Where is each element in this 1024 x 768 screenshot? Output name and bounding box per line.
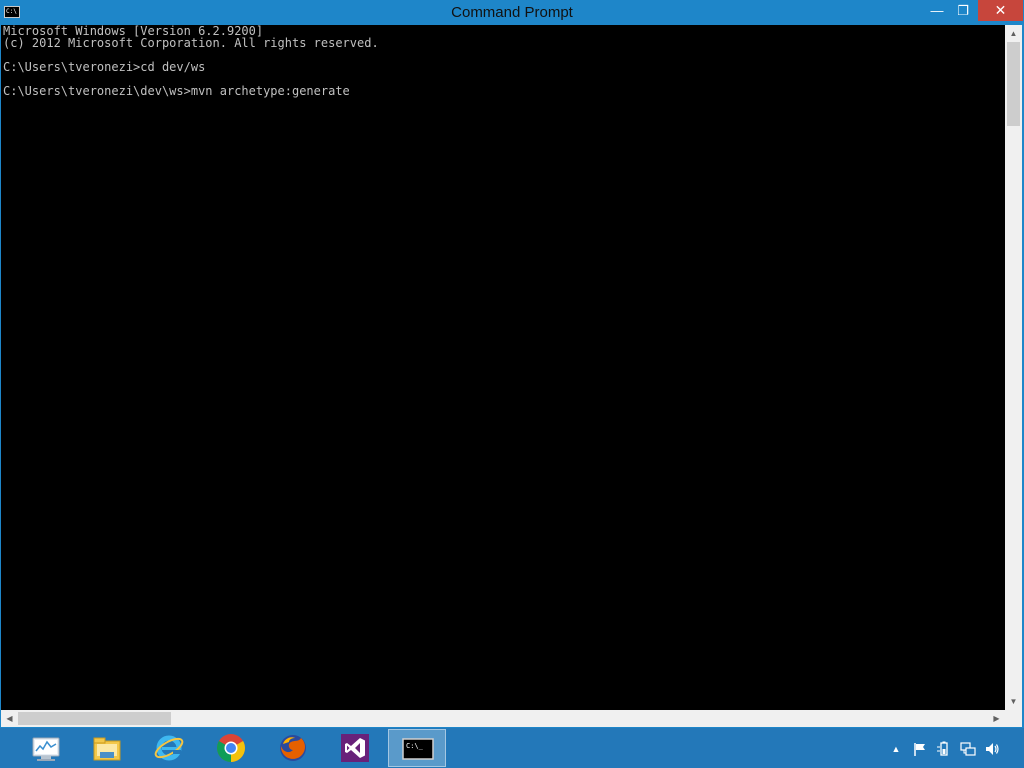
taskbar-item-chrome[interactable] bbox=[202, 729, 260, 767]
show-hidden-icons-chevron-icon[interactable]: ▲ bbox=[888, 741, 904, 757]
network-icon[interactable] bbox=[960, 741, 976, 757]
visual-studio-icon bbox=[341, 734, 369, 762]
console-line: C:\Users\tveronezi\dev\ws>mvn archetype:… bbox=[3, 84, 350, 98]
taskbar-item-file-explorer[interactable] bbox=[78, 729, 136, 767]
system-tray: ▲ bbox=[888, 728, 1024, 768]
command-prompt-icon: C:\_ bbox=[402, 738, 434, 760]
volume-icon[interactable] bbox=[984, 741, 1000, 757]
file-explorer-icon bbox=[93, 737, 121, 761]
horizontal-scroll-thumb[interactable] bbox=[18, 712, 171, 725]
task-manager-icon bbox=[32, 737, 60, 761]
restore-button[interactable]: ❐ bbox=[950, 0, 976, 21]
scroll-left-arrow-icon[interactable]: ◀ bbox=[1, 710, 18, 727]
console-output[interactable]: Microsoft Windows [Version 6.2.9200] (c)… bbox=[1, 25, 1005, 710]
taskbar-item-visual-studio[interactable] bbox=[326, 729, 384, 767]
taskbar: C:\_ bbox=[0, 728, 1024, 768]
title-bar[interactable]: C:\ Command Prompt — ❐ ✕ bbox=[0, 0, 1024, 25]
internet-explorer-icon bbox=[154, 735, 184, 761]
vertical-scrollbar[interactable]: ▲ ▼ bbox=[1005, 25, 1022, 710]
scroll-down-arrow-icon[interactable]: ▼ bbox=[1005, 693, 1022, 710]
action-center-flag-icon[interactable] bbox=[912, 741, 928, 757]
scroll-up-arrow-icon[interactable]: ▲ bbox=[1005, 25, 1022, 42]
close-button[interactable]: ✕ bbox=[978, 0, 1023, 21]
window-title: Command Prompt bbox=[451, 4, 573, 21]
horizontal-scrollbar[interactable]: ◀ ▶ bbox=[1, 710, 1005, 727]
minimize-button[interactable]: — bbox=[924, 0, 950, 21]
vertical-scroll-thumb[interactable] bbox=[1007, 42, 1020, 126]
taskbar-item-internet-explorer[interactable] bbox=[140, 729, 198, 767]
command-prompt-window: C:\ Command Prompt — ❐ ✕ Microsoft Windo… bbox=[0, 0, 1024, 728]
taskbar-item-command-prompt[interactable]: C:\_ bbox=[388, 729, 446, 767]
firefox-icon bbox=[280, 735, 306, 761]
scroll-right-arrow-icon[interactable]: ▶ bbox=[988, 710, 1005, 727]
console-line: C:\Users\tveronezi>cd dev/ws bbox=[3, 60, 206, 74]
chrome-icon bbox=[217, 734, 245, 762]
taskbar-item-task-manager[interactable] bbox=[17, 729, 75, 767]
command-prompt-icon-text: C:\_ bbox=[406, 742, 424, 750]
power-icon[interactable] bbox=[936, 741, 952, 757]
console-line: (c) 2012 Microsoft Corporation. All righ… bbox=[3, 36, 379, 50]
size-grip[interactable] bbox=[1005, 710, 1022, 727]
taskbar-item-firefox[interactable] bbox=[264, 729, 322, 767]
